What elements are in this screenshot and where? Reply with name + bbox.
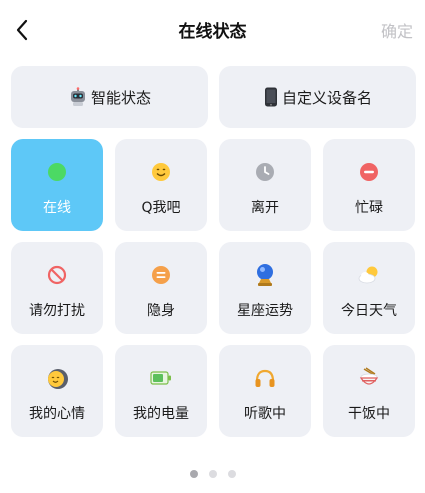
mood-icon [45, 366, 69, 390]
battery-icon [149, 366, 173, 390]
status-label: 听歌中 [244, 406, 286, 422]
status-label: Q我吧 [141, 200, 181, 216]
smile-icon [149, 160, 173, 184]
status-label: 在线 [43, 200, 71, 216]
status-weather[interactable]: 今日天气 [323, 242, 415, 334]
minus-circle-icon [357, 160, 381, 184]
status-listening-music[interactable]: 听歌中 [219, 345, 311, 437]
phone-icon [263, 87, 279, 107]
smart-status-button[interactable]: 智能状态 [11, 66, 208, 128]
status-grid: 在线 Q我吧 离开 忙碌 请勿打扰 隐身 星座运势 今日天气 我的心情 我的电量… [11, 139, 415, 437]
status-label: 我的电量 [133, 406, 189, 422]
equal-circle-icon [149, 263, 173, 287]
nav-bar: 在线状态 确定 [0, 0, 425, 56]
status-invisible[interactable]: 隐身 [115, 242, 207, 334]
custom-device-name-label: 自定义设备名 [281, 88, 372, 107]
online-dot-icon [45, 160, 69, 184]
rice-bowl-icon [357, 366, 381, 390]
clock-icon [253, 160, 277, 184]
status-horoscope[interactable]: 星座运势 [219, 242, 311, 334]
page-dot-2[interactable] [208, 470, 217, 478]
headphones-icon [253, 366, 277, 390]
crystal-ball-icon [253, 263, 277, 287]
status-label: 隐身 [147, 303, 175, 319]
status-label: 干饭中 [348, 406, 390, 422]
status-label: 忙碌 [355, 200, 383, 216]
status-eating[interactable]: 干饭中 [323, 345, 415, 437]
status-label: 星座运势 [237, 303, 293, 319]
page-dot-1[interactable] [189, 470, 198, 478]
status-label: 今日天气 [341, 303, 397, 319]
status-q-me[interactable]: Q我吧 [115, 139, 207, 231]
status-label: 请勿打扰 [29, 303, 85, 319]
status-battery[interactable]: 我的电量 [115, 345, 207, 437]
status-busy[interactable]: 忙碌 [323, 139, 415, 231]
status-away[interactable]: 离开 [219, 139, 311, 231]
weather-icon [357, 263, 381, 287]
page-title: 在线状态 [178, 22, 247, 42]
custom-device-name-button[interactable]: 自定义设备名 [219, 66, 416, 128]
robot-icon [68, 87, 88, 107]
status-do-not-disturb[interactable]: 请勿打扰 [11, 242, 103, 334]
no-entry-icon [45, 263, 69, 287]
status-label: 我的心情 [29, 406, 85, 422]
status-label: 离开 [251, 200, 279, 216]
page-indicator [0, 470, 425, 478]
confirm-button[interactable]: 确定 [381, 18, 413, 42]
status-online[interactable]: 在线 [11, 139, 103, 231]
status-mood[interactable]: 我的心情 [11, 345, 103, 437]
page-dot-3[interactable] [227, 470, 236, 478]
smart-status-label: 智能状态 [90, 88, 151, 107]
